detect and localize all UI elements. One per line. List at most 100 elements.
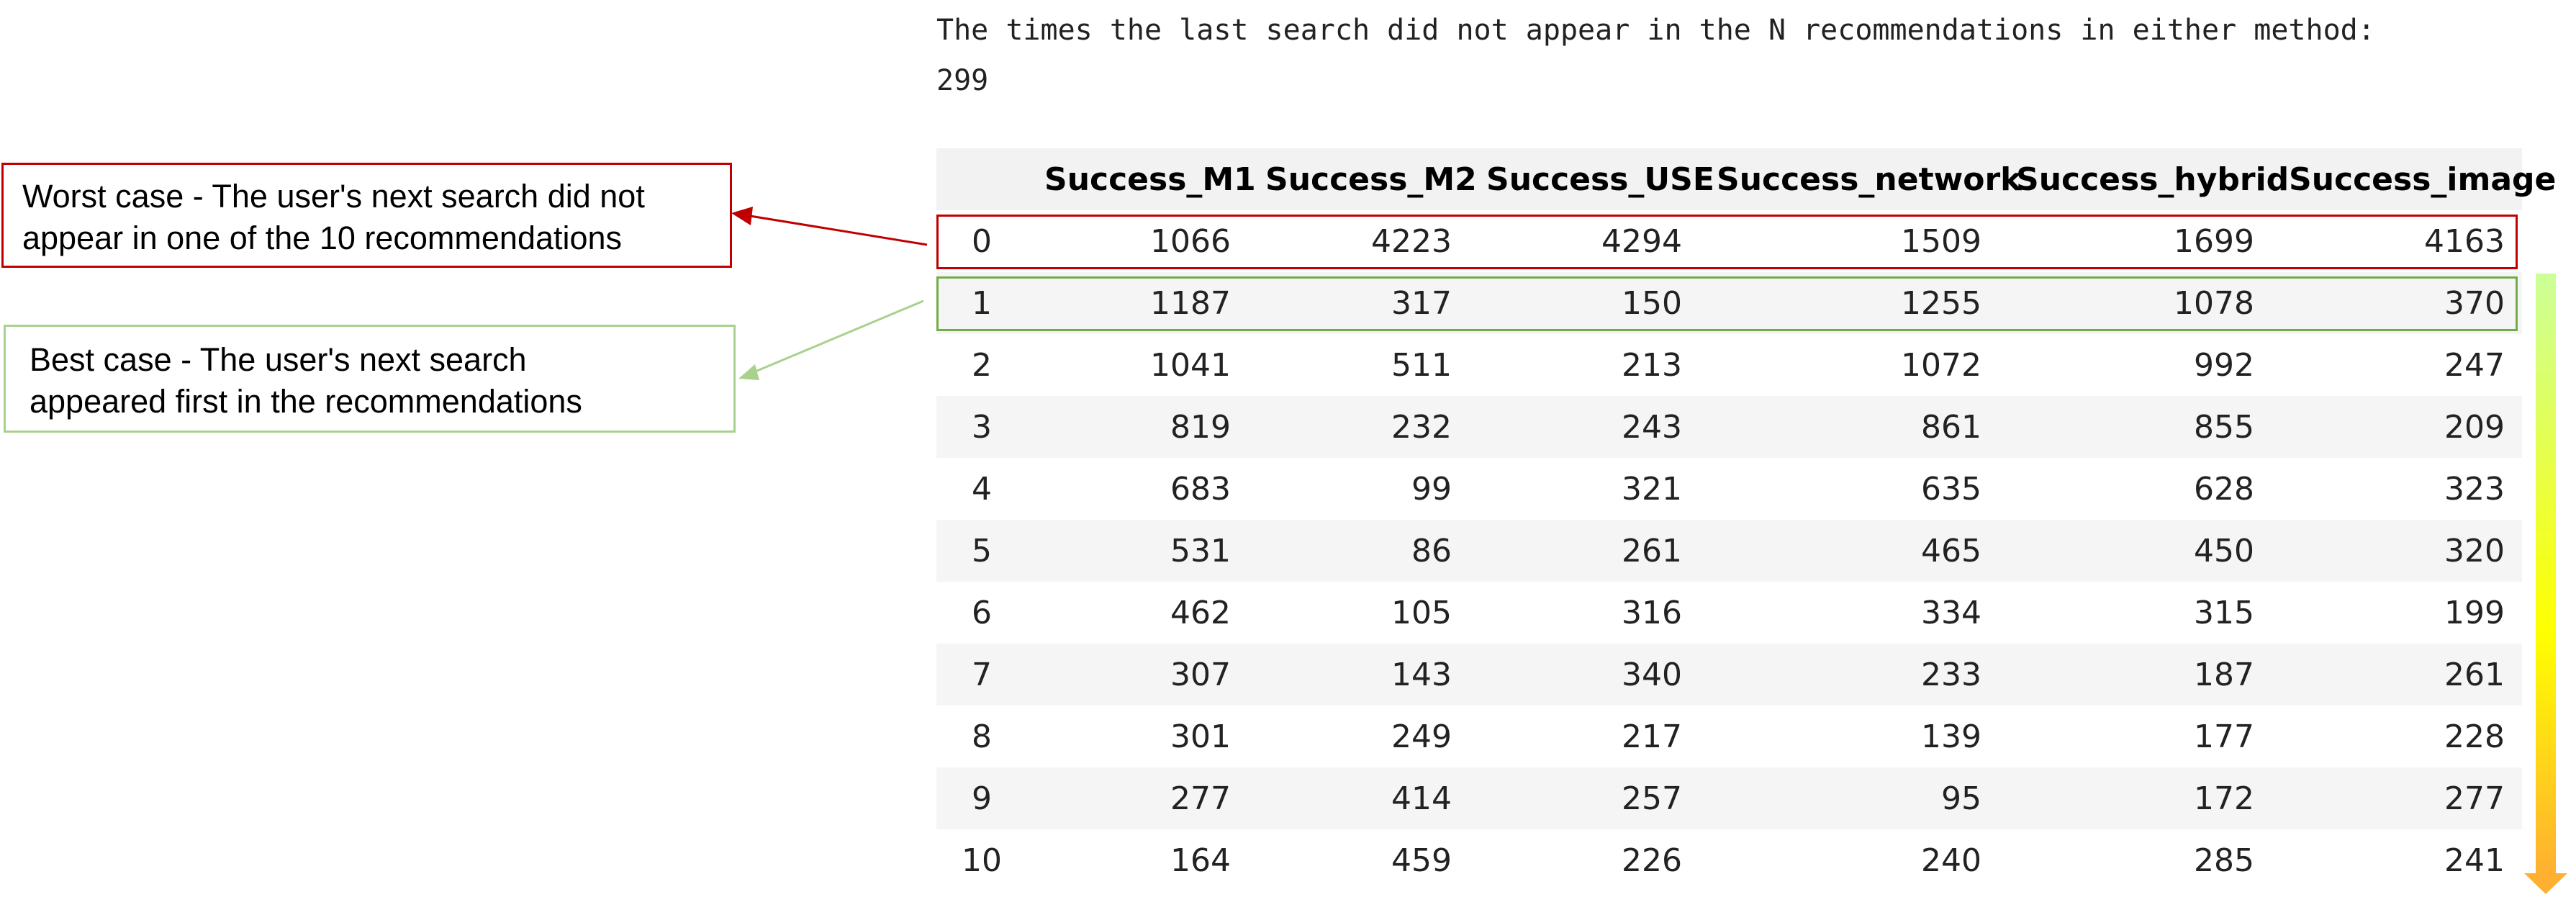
- cell-success-network: 1509: [1901, 222, 1981, 260]
- cell-success-m1: 1066: [1150, 222, 1231, 260]
- worst-case-callout: Worst case - The user's next search did …: [1, 163, 732, 268]
- cell-index: 10: [962, 842, 1002, 879]
- cell-success-image: 277: [2444, 780, 2505, 817]
- cell-index: 8: [972, 718, 992, 755]
- cell-success-use: 316: [1622, 594, 1682, 631]
- cell-success-image: 209: [2444, 408, 2505, 446]
- rank-gradient-arrow-head: [2524, 873, 2567, 894]
- cell-success-m2: 232: [1391, 408, 1452, 446]
- worst-case-callout-line-2: appear in one of the 10 recommendations: [22, 220, 623, 256]
- cell-success-m1: 164: [1170, 842, 1231, 879]
- worst-arrow-head: [731, 207, 753, 225]
- cell-success-hybrid: 992: [2194, 346, 2254, 384]
- cell-success-use: 4294: [1601, 222, 1682, 260]
- cell-success-use: 213: [1622, 346, 1682, 384]
- table-row: 1 1187 317 150 1255 1078 370: [936, 272, 2522, 334]
- worst-arrow-line: [741, 213, 928, 246]
- cell-success-m2: 511: [1391, 346, 1452, 384]
- cell-success-use: 257: [1622, 780, 1682, 817]
- cell-success-image: 199: [2444, 594, 2505, 631]
- cell-success-m2: 86: [1411, 532, 1452, 569]
- column-header-success-use: Success_USE: [1486, 161, 1714, 198]
- cell-index: 6: [972, 594, 992, 631]
- cell-success-m1: 301: [1170, 718, 1231, 755]
- best-case-callout: Best case - The user's next search appea…: [4, 325, 736, 433]
- cell-success-image: 228: [2444, 718, 2505, 755]
- column-header-index: [936, 148, 1027, 210]
- cell-index: 2: [972, 346, 992, 384]
- table-row: 0 1066 4223 4294 1509 1699 4163: [936, 210, 2522, 272]
- cell-success-image: 323: [2444, 470, 2505, 508]
- cell-index: 5: [972, 532, 992, 569]
- cell-success-image: 320: [2444, 532, 2505, 569]
- column-header-success-m2: Success_M2: [1265, 161, 1477, 198]
- table-row: 3 819 232 243 861 855 209: [936, 396, 2522, 458]
- best-arrow-head: [738, 364, 759, 380]
- cell-success-image: 247: [2444, 346, 2505, 384]
- cell-success-m2: 143: [1391, 656, 1452, 693]
- cell-success-use: 217: [1622, 718, 1682, 755]
- column-header-success-image: Success_image: [2289, 161, 2557, 198]
- cell-success-m1: 462: [1170, 594, 1231, 631]
- cell-success-hybrid: 1078: [2174, 284, 2254, 322]
- cell-success-network: 334: [1921, 594, 1981, 631]
- cell-success-m2: 99: [1411, 470, 1452, 508]
- cell-index: 9: [972, 780, 992, 817]
- cell-success-use: 261: [1622, 532, 1682, 569]
- table-row: 6 462 105 316 334 315 199: [936, 582, 2522, 644]
- cell-success-m1: 1041: [1150, 346, 1231, 384]
- cell-success-hybrid: 285: [2194, 842, 2254, 879]
- rank-gradient-bar: [2536, 274, 2556, 873]
- table-row: 2 1041 511 213 1072 992 247: [936, 334, 2522, 396]
- cell-success-hybrid: 1699: [2174, 222, 2254, 260]
- cell-success-image: 261: [2444, 656, 2505, 693]
- best-arrow-line: [748, 299, 924, 376]
- cell-success-hybrid: 172: [2194, 780, 2254, 817]
- column-header-success-network: Success_network: [1717, 161, 2022, 198]
- cell-success-m1: 683: [1170, 470, 1231, 508]
- cell-index: 1: [972, 284, 992, 322]
- cell-success-image: 4163: [2424, 222, 2505, 260]
- cell-success-m2: 414: [1391, 780, 1452, 817]
- cell-success-m1: 1187: [1150, 284, 1231, 322]
- cell-success-use: 340: [1622, 656, 1682, 693]
- cell-success-hybrid: 187: [2194, 656, 2254, 693]
- best-case-callout-line-2: appeared first in the recommendations: [30, 383, 582, 420]
- cell-success-m2: 317: [1391, 284, 1452, 322]
- cell-success-use: 150: [1622, 284, 1682, 322]
- cell-index: 3: [972, 408, 992, 446]
- table-row: 9 277 414 257 95 172 277: [936, 767, 2522, 829]
- cell-success-network: 139: [1921, 718, 1981, 755]
- cell-success-hybrid: 450: [2194, 532, 2254, 569]
- cell-success-network: 233: [1921, 656, 1981, 693]
- cell-success-network: 861: [1921, 408, 1981, 446]
- cell-success-image: 370: [2444, 284, 2505, 322]
- cell-success-network: 95: [1941, 780, 1981, 817]
- cell-success-m2: 105: [1391, 594, 1452, 631]
- cell-index: 0: [972, 222, 992, 260]
- table-row: 7 307 143 340 233 187 261: [936, 644, 2522, 706]
- cell-success-use: 226: [1622, 842, 1682, 879]
- cell-index: 4: [972, 470, 992, 508]
- column-header-success-hybrid: Success_hybrid: [2016, 161, 2290, 198]
- cell-success-m2: 249: [1391, 718, 1452, 755]
- cell-success-hybrid: 177: [2194, 718, 2254, 755]
- column-header-success-m1: Success_M1: [1044, 161, 1256, 198]
- cell-success-hybrid: 855: [2194, 408, 2254, 446]
- cell-success-m2: 4223: [1371, 222, 1452, 260]
- cell-success-m1: 307: [1170, 656, 1231, 693]
- cell-success-network: 240: [1921, 842, 1981, 879]
- results-table: Success_M1 Success_M2 Success_USE Succes…: [936, 148, 2557, 891]
- table-header-row: Success_M1 Success_M2 Success_USE Succes…: [936, 148, 2557, 210]
- cell-success-hybrid: 315: [2194, 594, 2254, 631]
- cell-success-m1: 277: [1170, 780, 1231, 817]
- cell-success-use: 243: [1622, 408, 1682, 446]
- cell-index: 7: [972, 656, 992, 693]
- worst-case-callout-line-1: Worst case - The user's next search did …: [22, 178, 645, 215]
- table-row: 4 683 99 321 635 628 323: [936, 458, 2522, 520]
- cell-success-m2: 459: [1391, 842, 1452, 879]
- cell-success-network: 465: [1921, 532, 1981, 569]
- cell-success-image: 241: [2444, 842, 2505, 879]
- table-row: 5 531 86 261 465 450 320: [936, 520, 2522, 582]
- best-case-callout-line-1: Best case - The user's next search: [30, 341, 527, 378]
